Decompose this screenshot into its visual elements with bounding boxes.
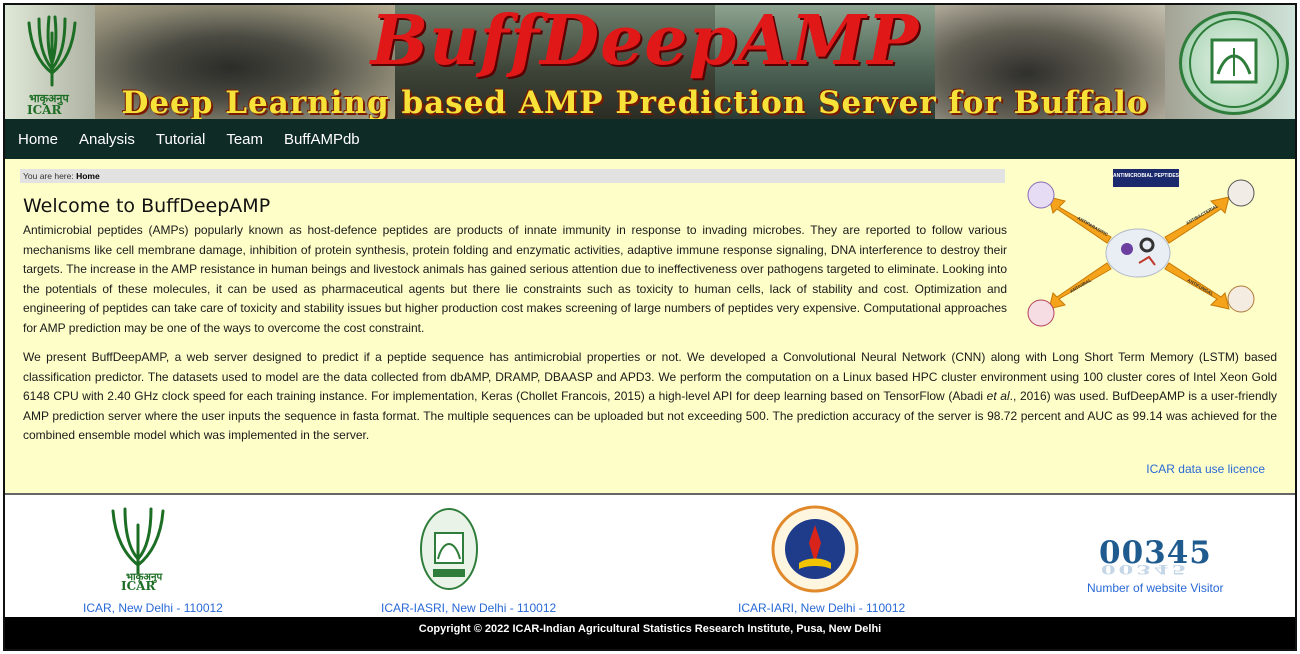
wheat-icon [27,15,77,87]
amp-center-icon [1105,228,1171,278]
visitor-counter-reflection: 00345 [1101,562,1190,577]
label-antiviral: ANTIVIRAL [1069,277,1093,293]
nav-item-team[interactable]: Team [226,131,263,148]
copyright-bar: Copyright © 2022 ICAR-Indian Agricultura… [5,617,1295,649]
description-text-italic: et al [986,389,1010,403]
page-title: Welcome to BuffDeepAMP [23,195,271,217]
breadcrumb: You are here: Home [20,169,1005,183]
fungus-icon [1227,285,1255,313]
footer-logos: भाकृअनुप ICAR ICAR, New Delhi - 110012 I… [5,493,1295,617]
amp-title: ANTIMICROBIAL PEPTIDES [1113,173,1180,179]
icar-logo: भाकृअनुप ICAR [9,7,95,117]
label-antiparasitic: ANTIPARASITIC [1077,216,1110,238]
iasri-emblem-icon [1189,18,1279,108]
page-frame: भाकृअनुप ICAR BuffDeepAMP Deep Learning … [3,3,1297,651]
iasri-footer-logo [420,508,478,590]
label-antibacterial: ANTIBACTERIAL [1185,203,1219,226]
iari-footer-logo [771,505,859,593]
iasri-link[interactable]: ICAR-IASRI, New Delhi - 110012 [381,601,556,615]
site-subtitle: Deep Learning based AMP Prediction Serve… [121,85,1149,119]
iari-link[interactable]: ICAR-IARI, New Delhi - 110012 [738,601,905,615]
main-nav: Home Analysis Tutorial Team BuffAMPdb [5,119,1295,159]
intro-paragraph: Antimicrobial peptides (AMPs) popularly … [23,223,1007,335]
virus-icon [1027,299,1055,327]
microbe-icon [1121,243,1133,255]
main-content: You are here: Home Welcome to BuffDeepAM… [5,159,1295,493]
visitor-label: Number of website Visitor [1087,581,1224,595]
nav-item-analysis[interactable]: Analysis [79,131,135,148]
nav-item-buffampdb[interactable]: BuffAMPdb [284,131,360,148]
icar-link[interactable]: ICAR, New Delhi - 110012 [83,601,223,615]
amp-diagram: ANTIMICROBIAL PEPTIDES ANTIPARASITIC ANT… [1027,169,1255,327]
description-paragraph: We present BuffDeepAMP, a web server des… [23,348,1277,446]
label-antifungal: ANTIFUNGAL [1187,278,1215,297]
site-title: BuffDeepAMP [370,5,920,81]
iasri-logo [1179,11,1289,115]
nav-item-home[interactable]: Home [18,131,58,148]
icar-footer-text: ICAR [121,579,156,593]
parasite-icon [1027,181,1055,209]
header-banner: भाकृअनुप ICAR BuffDeepAMP Deep Learning … [5,5,1295,119]
icar-text: ICAR [27,103,62,117]
breadcrumb-prefix: You are here: [23,171,77,181]
nav-item-tutorial[interactable]: Tutorial [156,131,205,148]
licence-link[interactable]: ICAR data use licence [1146,462,1265,476]
breadcrumb-current[interactable]: Home [76,171,100,181]
bacteria-icon [1227,179,1255,207]
